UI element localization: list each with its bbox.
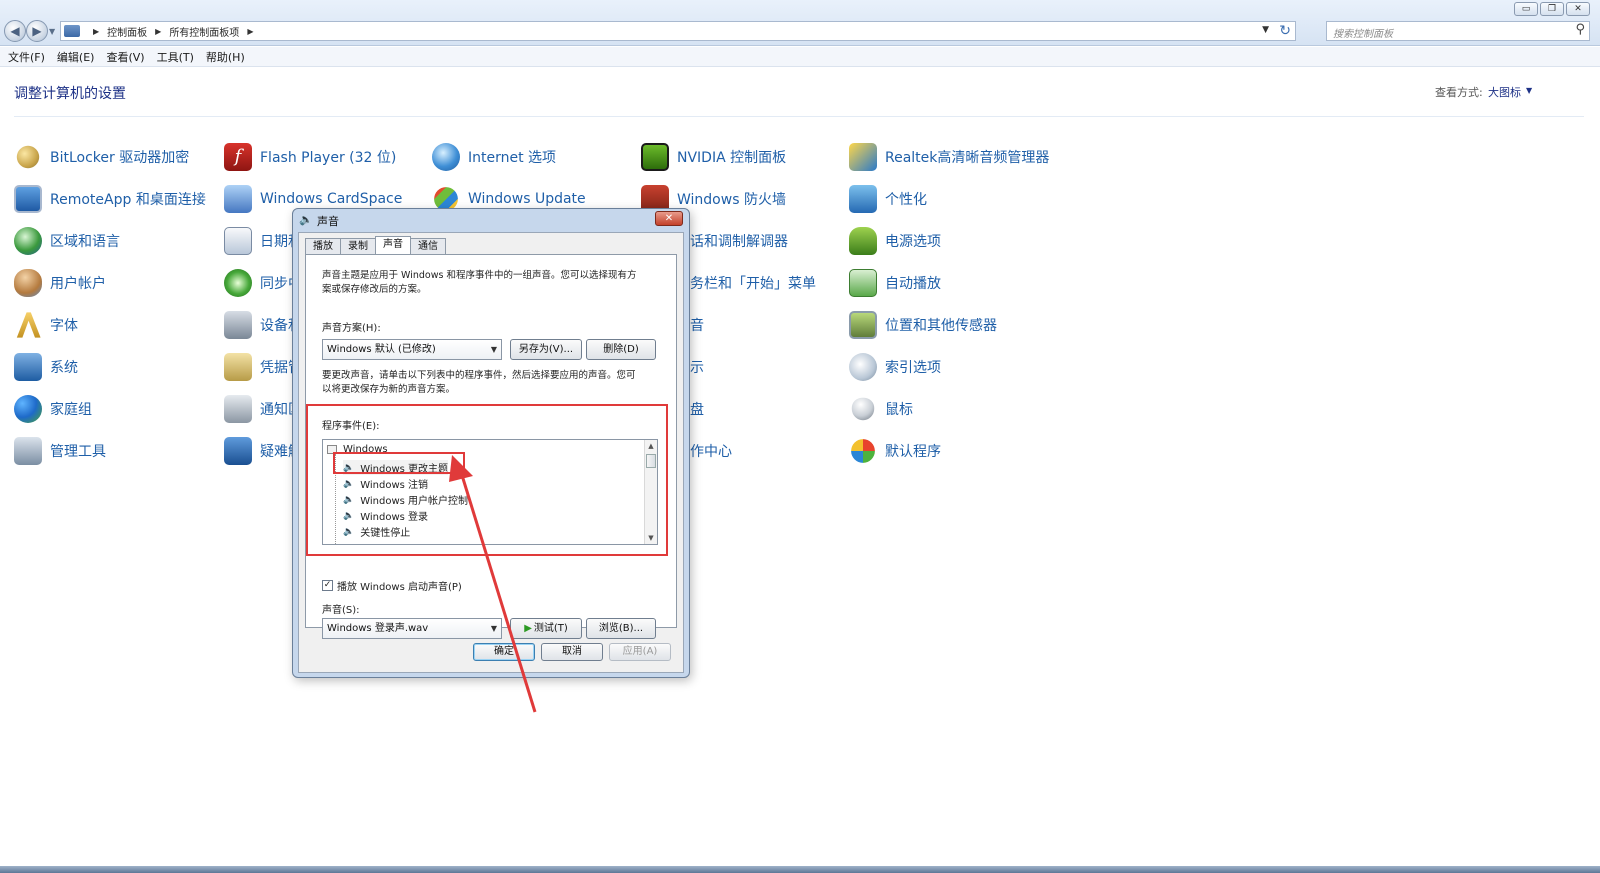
annotation-arrow-head — [449, 455, 473, 482]
annotation-arrow-line — [459, 471, 537, 713]
taskbar — [0, 866, 1600, 873]
annotation-arrow — [449, 455, 537, 713]
